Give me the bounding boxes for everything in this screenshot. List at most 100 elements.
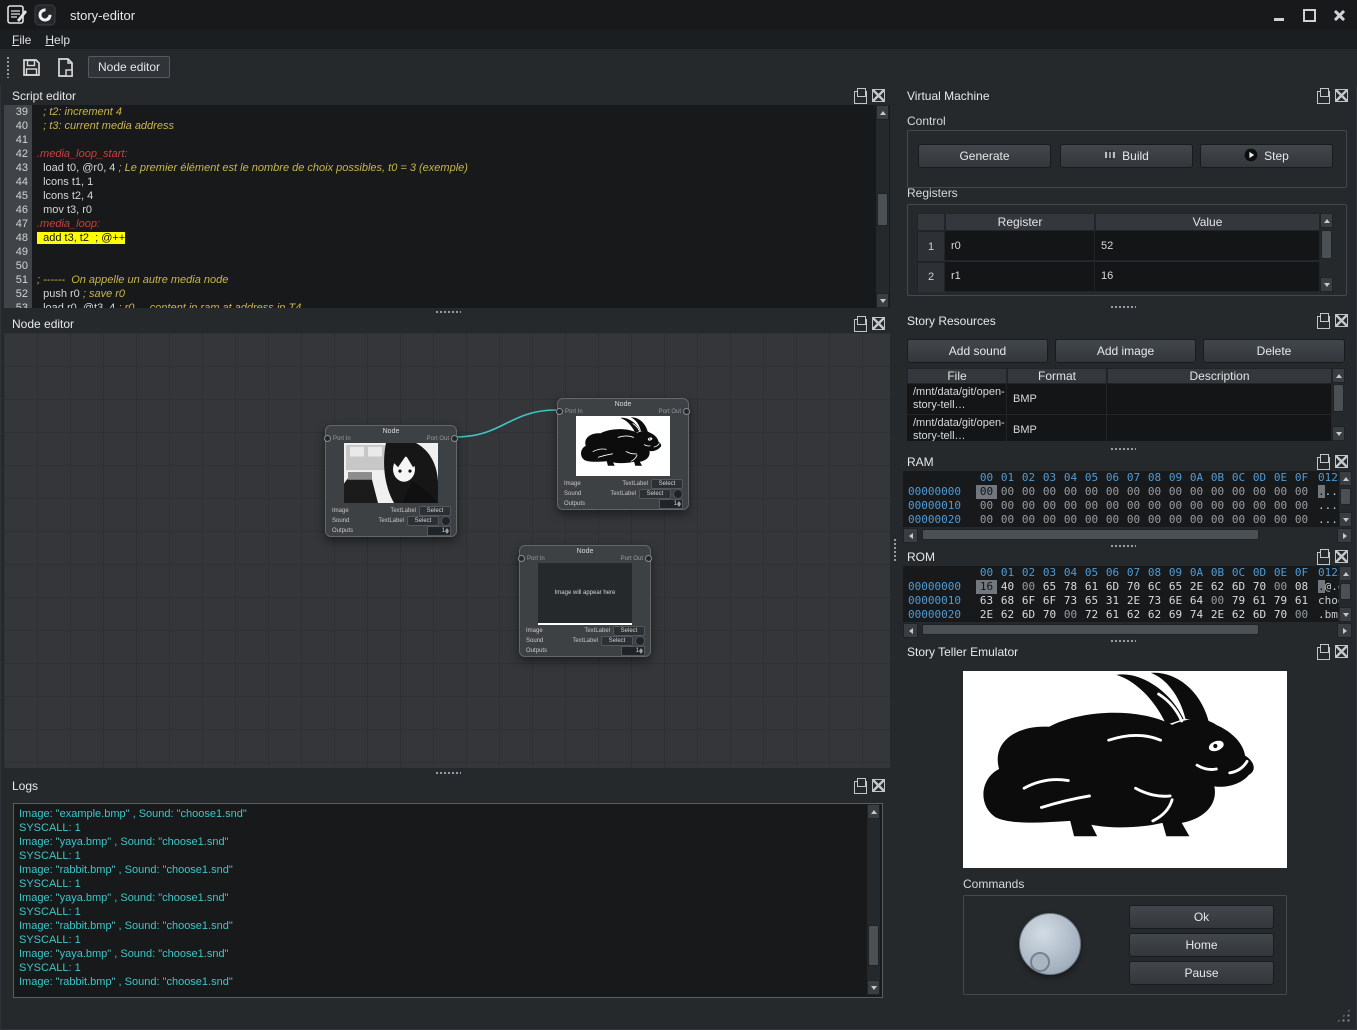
- hex-byte[interactable]: 61: [1081, 580, 1102, 594]
- play-sound-button[interactable]: [673, 489, 683, 499]
- splitter-handle[interactable]: [435, 310, 461, 314]
- hex-byte[interactable]: 70: [1123, 580, 1144, 594]
- hex-byte[interactable]: 72: [1081, 608, 1102, 622]
- scroll-thumb[interactable]: [1340, 488, 1351, 506]
- select-image-button[interactable]: Select: [419, 506, 451, 516]
- hex-byte[interactable]: 00: [1291, 499, 1312, 513]
- toolbar-handle[interactable]: [6, 56, 10, 78]
- add-sound-button[interactable]: Add sound: [907, 339, 1048, 363]
- hex-byte[interactable]: 6D: [1102, 580, 1123, 594]
- hex-byte[interactable]: 00: [1228, 499, 1249, 513]
- script-editor-panel-header[interactable]: Script editor: [4, 88, 890, 104]
- code-line[interactable]: 45 lcons t2, 4: [4, 189, 890, 203]
- port-in[interactable]: Port In: [518, 555, 545, 562]
- port-in[interactable]: Port In: [556, 408, 583, 415]
- rom-hex-view[interactable]: 000102030405060708090A0B0C0D0E0F01234567…: [903, 566, 1339, 622]
- port-in-dot[interactable]: [518, 555, 525, 562]
- register-cell[interactable]: r1: [945, 262, 1095, 292]
- scroll-up-button[interactable]: [1320, 213, 1333, 228]
- hex-byte[interactable]: 61: [1102, 608, 1123, 622]
- description-cell[interactable]: [1107, 384, 1332, 415]
- hex-byte[interactable]: 00: [1186, 499, 1207, 513]
- hex-byte[interactable]: 00: [997, 499, 1018, 513]
- hex-byte[interactable]: 00: [1081, 485, 1102, 499]
- hex-byte[interactable]: 00: [1039, 499, 1060, 513]
- code-line[interactable]: 46 mov t3, r0: [4, 203, 890, 217]
- hex-byte[interactable]: 00: [1270, 485, 1291, 499]
- file-cell[interactable]: /mnt/data/git/open-story-tell…: [907, 384, 1007, 415]
- logs-panel-header[interactable]: Logs: [4, 778, 890, 794]
- float-icon[interactable]: [854, 781, 867, 794]
- hex-byte[interactable]: 00: [1081, 499, 1102, 513]
- hex-byte[interactable]: 00: [1291, 485, 1312, 499]
- scroll-thumb[interactable]: [1340, 583, 1351, 601]
- hex-byte[interactable]: 00: [1228, 485, 1249, 499]
- hex-byte[interactable]: 00: [1123, 513, 1144, 527]
- hex-byte[interactable]: 00: [1039, 513, 1060, 527]
- menu-help[interactable]: Help: [45, 33, 70, 47]
- close-panel-icon[interactable]: [1335, 89, 1348, 102]
- float-icon[interactable]: [1317, 91, 1330, 104]
- story-node[interactable]: Node Port In Port Out Image will appear …: [519, 545, 651, 657]
- step-button[interactable]: Step: [1200, 144, 1333, 168]
- hex-byte[interactable]: 00: [1165, 513, 1186, 527]
- splitter-handle[interactable]: [1110, 305, 1136, 309]
- hex-byte[interactable]: 65: [1081, 594, 1102, 608]
- select-image-button[interactable]: Select: [651, 479, 683, 489]
- script-editor[interactable]: 39 ; t2: increment 440 ; t3: current med…: [4, 105, 890, 308]
- scroll-right-button[interactable]: [1337, 623, 1352, 638]
- vm-panel-header[interactable]: Virtual Machine: [899, 88, 1353, 104]
- column-header[interactable]: File: [907, 368, 1007, 384]
- hex-byte[interactable]: 40: [997, 580, 1018, 594]
- select-sound-button[interactable]: Select: [639, 489, 671, 499]
- close-button[interactable]: [1327, 5, 1351, 25]
- export-file-button[interactable]: [52, 54, 78, 80]
- maximize-button[interactable]: [1297, 5, 1321, 25]
- format-cell[interactable]: BMP: [1007, 384, 1107, 415]
- outputs-spinbox[interactable]: 1: [427, 526, 451, 536]
- emulator-panel-header[interactable]: Story Teller Emulator: [899, 644, 1353, 660]
- hex-byte[interactable]: 68: [997, 594, 1018, 608]
- hex-byte[interactable]: 00: [1123, 485, 1144, 499]
- hex-byte[interactable]: 00: [1144, 485, 1165, 499]
- hex-byte[interactable]: 00: [1207, 594, 1228, 608]
- scroll-right-button[interactable]: [1337, 528, 1352, 543]
- description-cell[interactable]: [1107, 415, 1332, 441]
- delete-button[interactable]: Delete: [1203, 339, 1345, 363]
- row-header[interactable]: 2: [917, 262, 945, 293]
- scroll-thumb[interactable]: [877, 193, 888, 226]
- ram-panel-header[interactable]: RAM: [899, 454, 1353, 470]
- scroll-thumb[interactable]: [868, 925, 879, 966]
- hex-byte[interactable]: 00: [997, 513, 1018, 527]
- port-in-dot[interactable]: [556, 408, 563, 415]
- close-panel-icon[interactable]: [1335, 455, 1348, 468]
- hex-byte[interactable]: 6D: [1228, 580, 1249, 594]
- port-in[interactable]: Port In: [324, 435, 351, 442]
- code-line[interactable]: 41: [4, 133, 890, 147]
- value-cell[interactable]: 16: [1095, 262, 1320, 292]
- format-cell[interactable]: BMP: [1007, 415, 1107, 441]
- port-out[interactable]: Port Out: [427, 435, 458, 442]
- hex-byte[interactable]: 00: [1270, 580, 1291, 594]
- hex-byte[interactable]: 16: [976, 580, 997, 594]
- scroll-up-button[interactable]: [1339, 471, 1352, 486]
- dock-splitter-handle[interactable]: [893, 538, 897, 562]
- close-panel-icon[interactable]: [1335, 550, 1348, 563]
- resources-panel-header[interactable]: Story Resources: [899, 313, 1353, 329]
- hex-byte[interactable]: 00: [1123, 499, 1144, 513]
- hex-byte[interactable]: 00: [1102, 499, 1123, 513]
- hex-byte[interactable]: 08: [1291, 580, 1312, 594]
- float-icon[interactable]: [854, 319, 867, 332]
- close-panel-icon[interactable]: [872, 89, 885, 102]
- node-editor-panel-header[interactable]: Node editor: [4, 316, 890, 332]
- hex-byte[interactable]: 70: [1249, 580, 1270, 594]
- save-button[interactable]: [18, 54, 44, 80]
- node-graph-canvas[interactable]: Node Port In Port Out ImageTextLabelSele…: [4, 333, 890, 768]
- scroll-up-button[interactable]: [867, 804, 880, 819]
- code-line[interactable]: 47.media_loop:: [4, 217, 890, 231]
- hex-byte[interactable]: 65: [1165, 580, 1186, 594]
- splitter-handle[interactable]: [1110, 639, 1136, 643]
- wheel-knob[interactable]: [1019, 913, 1081, 975]
- hex-byte[interactable]: 00: [976, 485, 997, 499]
- hex-byte[interactable]: 31: [1102, 594, 1123, 608]
